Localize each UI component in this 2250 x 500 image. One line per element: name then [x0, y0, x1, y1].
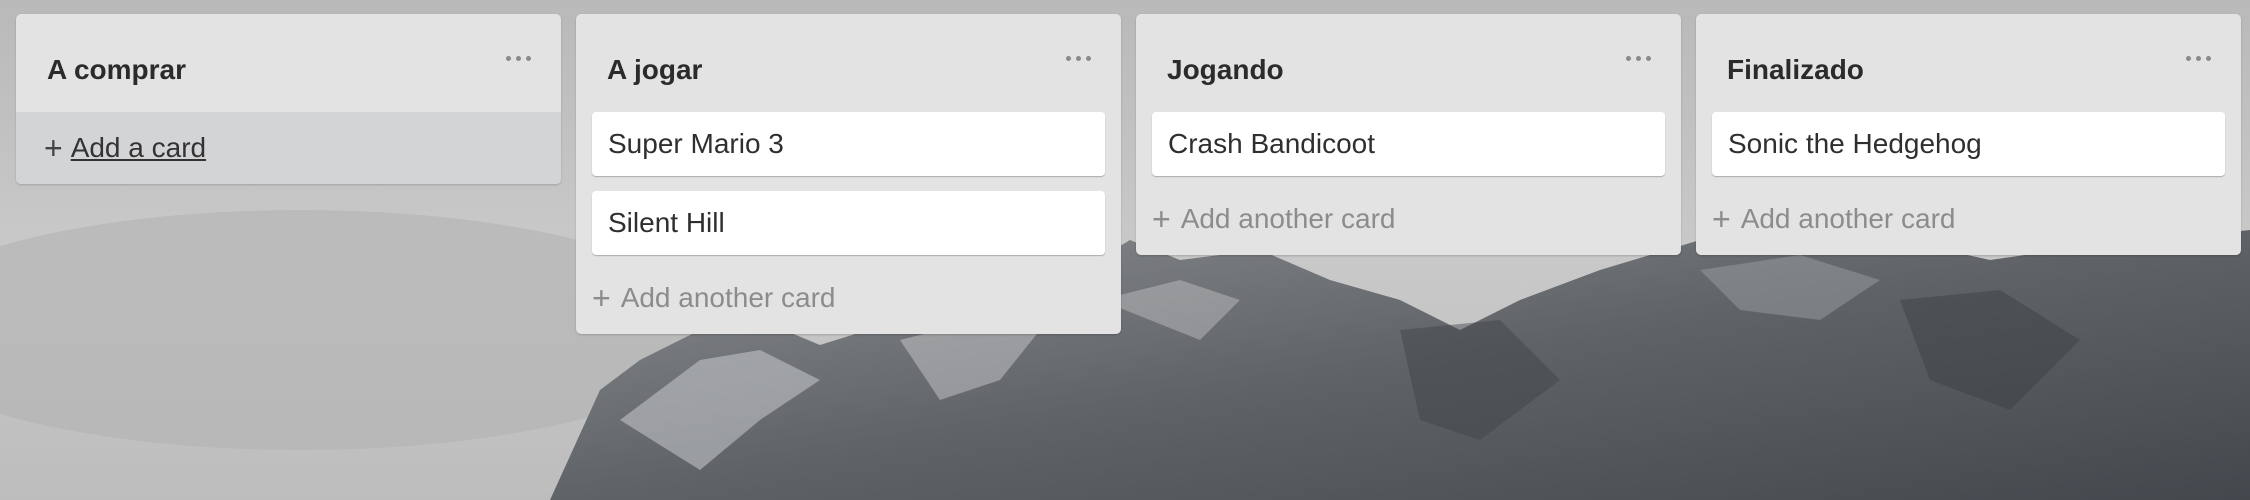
card-list: Crash Bandicoot — [1136, 98, 1681, 176]
plus-icon: + — [44, 130, 63, 166]
list-jogando: Jogando Crash Bandicoot + Add another ca… — [1136, 14, 1681, 255]
card-list: Sonic the Hedgehog — [1696, 98, 2241, 176]
list-menu-button[interactable] — [1617, 44, 1659, 72]
ellipsis-icon-dot — [1645, 55, 1651, 61]
ellipsis-icon — [505, 55, 511, 61]
list-title[interactable]: Jogando — [1167, 53, 1284, 87]
ellipsis-icon-dot — [1075, 55, 1081, 61]
ellipsis-icon-dot — [1085, 55, 1091, 61]
list-menu-button[interactable] — [1057, 44, 1099, 72]
ellipsis-icon-dot — [525, 55, 531, 61]
list-header: Finalizado — [1696, 14, 2241, 98]
add-card-label: Add another card — [1740, 203, 1956, 234]
ellipsis-icon-dot — [1635, 55, 1641, 61]
ellipsis-icon — [2185, 55, 2191, 61]
add-card-label: Add a card — [70, 132, 207, 163]
list-title[interactable]: Finalizado — [1727, 53, 1864, 87]
card[interactable]: Crash Bandicoot — [1152, 112, 1665, 176]
ellipsis-icon-dot — [515, 55, 521, 61]
list-a-jogar: A jogar Super Mario 3 Silent Hill + Add … — [576, 14, 1121, 334]
list-a-comprar: A comprar + Add a card — [16, 14, 561, 184]
add-another-card-button[interactable]: + Add another card — [1712, 191, 2241, 247]
list-title[interactable]: A comprar — [47, 53, 186, 87]
ellipsis-icon-dot — [2195, 55, 2201, 61]
card[interactable]: Super Mario 3 — [592, 112, 1105, 176]
list-title[interactable]: A jogar — [607, 53, 702, 87]
card[interactable]: Silent Hill — [592, 191, 1105, 255]
list-header: Jogando — [1136, 14, 1681, 98]
plus-icon: + — [1152, 201, 1171, 237]
add-card-label: Add another card — [1180, 203, 1396, 234]
plus-icon: + — [1712, 201, 1731, 237]
plus-icon: + — [592, 280, 611, 316]
list-menu-button[interactable] — [2177, 44, 2219, 72]
ellipsis-icon — [1065, 55, 1071, 61]
ellipsis-icon-dot — [2205, 55, 2211, 61]
board: A comprar + Add a card A jogar Super Mar… — [0, 0, 2250, 500]
list-header: A comprar — [16, 14, 561, 98]
add-a-card-button[interactable]: + Add a card — [16, 112, 561, 184]
add-another-card-button[interactable]: + Add another card — [592, 270, 1121, 326]
ellipsis-icon — [1625, 55, 1631, 61]
list-header: A jogar — [576, 14, 1121, 98]
card-list: Super Mario 3 Silent Hill — [576, 98, 1121, 255]
add-card-label: Add another card — [620, 282, 836, 313]
add-another-card-button[interactable]: + Add another card — [1152, 191, 1681, 247]
card[interactable]: Sonic the Hedgehog — [1712, 112, 2225, 176]
list-menu-button[interactable] — [497, 44, 539, 72]
list-finalizado: Finalizado Sonic the Hedgehog + Add anot… — [1696, 14, 2241, 255]
